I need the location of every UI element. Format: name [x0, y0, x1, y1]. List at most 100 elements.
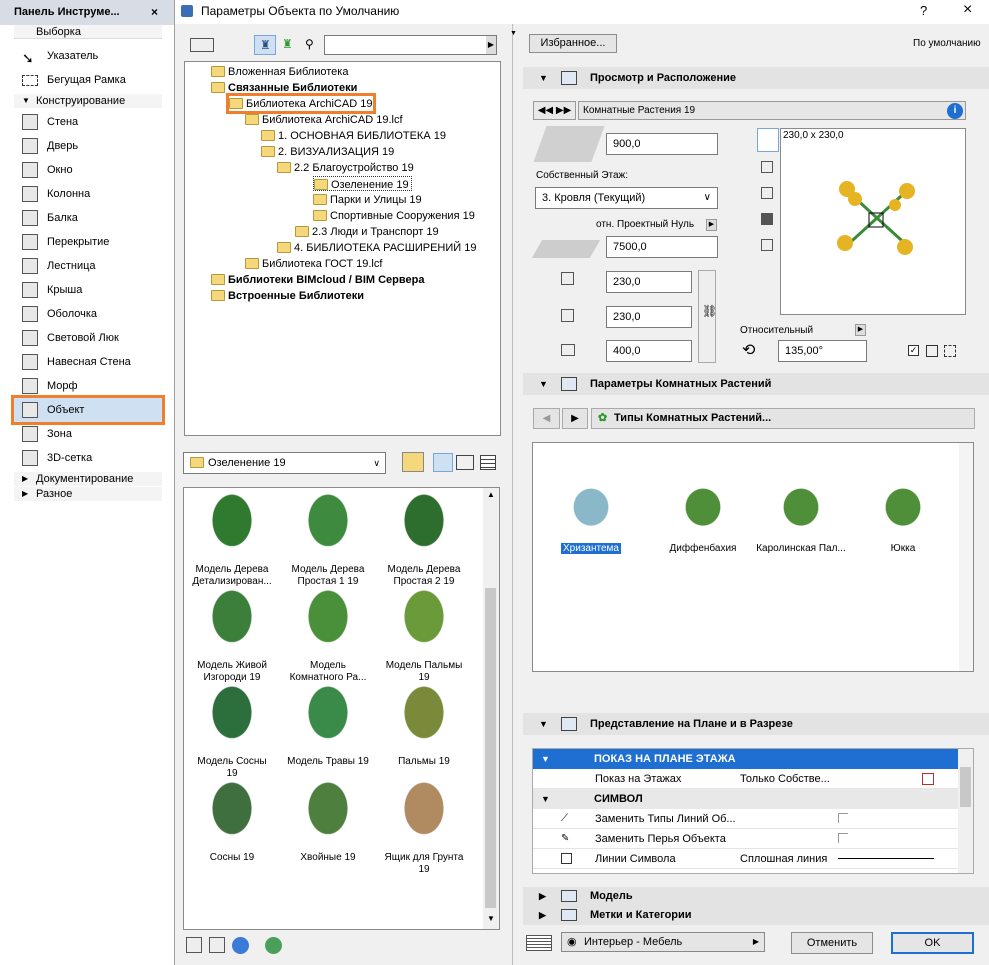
section-documentation[interactable]: ▶ Документирование: [14, 472, 162, 486]
section-construct[interactable]: ▼ Конструирование: [14, 94, 162, 108]
width-field[interactable]: 230,0: [606, 271, 692, 293]
large-icons-view-button[interactable]: [433, 453, 453, 472]
object-thumbnail[interactable]: Модель Живой Изгороди 19: [184, 590, 280, 684]
tool-item[interactable]: Перекрытие: [14, 230, 162, 254]
object-thumbnail[interactable]: Пальмы 19: [376, 686, 472, 768]
object-thumbnail[interactable]: Модель Комнатного Ра...: [280, 590, 376, 684]
search-icon[interactable]: ⚲: [305, 37, 314, 51]
plant-type-item[interactable]: Диффенбахия: [653, 481, 753, 555]
anchor-icon[interactable]: [944, 345, 956, 357]
tool-item[interactable]: Морф: [14, 374, 162, 398]
tree-node[interactable]: 4. БИБЛИОТЕКА РАСШИРЕНИЙ 19: [277, 240, 476, 255]
section-model[interactable]: ▶ Модель: [523, 887, 989, 906]
height2-field[interactable]: 400,0: [606, 340, 692, 362]
section-preview-position[interactable]: ▼ Просмотр и Расположение: [523, 67, 989, 89]
tool-item[interactable]: Объект: [11, 395, 165, 425]
object-thumbnail[interactable]: Ящик для Грунта 19: [376, 782, 472, 876]
row-show-on-stories[interactable]: Показ на Этажах Только Собстве...: [533, 769, 958, 789]
view-plan-button[interactable]: [757, 128, 779, 152]
row-override-linetypes[interactable]: ⟋ Заменить Типы Линий Об...: [533, 809, 958, 829]
tree-node[interactable]: 2.2 Благоустройство 19: [277, 160, 414, 175]
close-button[interactable]: ×: [963, 1, 972, 19]
object-thumbnail[interactable]: Сосны 19: [184, 782, 280, 864]
view-menu-icon[interactable]: [190, 38, 214, 52]
cancel-button[interactable]: Отменить: [791, 932, 873, 954]
search-arrow-icon[interactable]: ▶: [486, 36, 496, 54]
scroll-up-icon[interactable]: ▲: [487, 490, 495, 499]
favorites-button[interactable]: Избранное...: [529, 34, 617, 53]
folder-select[interactable]: Озеленение 19 ∨: [183, 452, 386, 474]
tool-item[interactable]: Балка: [14, 206, 162, 230]
tool-item[interactable]: Крыша: [14, 278, 162, 302]
checkbox[interactable]: [838, 833, 848, 843]
globe-icon[interactable]: [232, 937, 249, 954]
elevation-field[interactable]: 7500,0: [606, 236, 718, 258]
tree-node[interactable]: 2.3 Люди и Транспорт 19: [295, 224, 439, 239]
height-field[interactable]: 900,0: [606, 133, 718, 155]
scroll-thumb[interactable]: [960, 767, 971, 807]
tool-item[interactable]: Дверь: [14, 134, 162, 158]
object-thumbnail[interactable]: Модель Дерева Детализирован...: [184, 494, 280, 588]
zero-menu-icon[interactable]: ▶: [706, 219, 717, 231]
view-3d-icon[interactable]: [761, 187, 773, 199]
relative-menu-icon[interactable]: ▶: [855, 324, 866, 336]
angle-field[interactable]: 135,00°: [778, 340, 867, 362]
tool-marquee[interactable]: Бегущая Рамка: [14, 68, 162, 92]
mirror-icon[interactable]: [926, 345, 938, 357]
tree-node[interactable]: Библиотека ГОСТ 19.lcf: [245, 256, 382, 271]
list-view-icon[interactable]: [480, 455, 496, 470]
tool-item[interactable]: Навесная Стена: [14, 350, 162, 374]
close-icon[interactable]: ×: [151, 5, 158, 19]
section-misc[interactable]: ▶ Разное: [14, 487, 162, 501]
object-thumbnail[interactable]: Модель Травы 19: [280, 686, 376, 768]
web-object-icon[interactable]: [265, 937, 282, 954]
row-symbol-lines[interactable]: Линии Символа Сплошная линия: [533, 849, 958, 869]
section-plant-params[interactable]: ▼ Параметры Комнатных Растений: [523, 373, 989, 395]
checkbox[interactable]: [838, 813, 848, 823]
tree-node[interactable]: 2. ВИЗУАЛИЗАЦИЯ 19: [261, 144, 394, 159]
green-object-icon[interactable]: ♜: [282, 37, 293, 51]
plant-type-item[interactable]: Юкка: [853, 481, 953, 555]
group-plan-display[interactable]: ▼ ПОКАЗ НА ПЛАНЕ ЭТАЖА: [533, 749, 958, 769]
tool-item[interactable]: Стена: [14, 110, 162, 134]
ok-button[interactable]: OK: [891, 932, 974, 954]
plant-type-item[interactable]: Каролинская Пал...: [751, 481, 851, 555]
gallery-scrollbar[interactable]: [959, 443, 973, 671]
search-input[interactable]: [324, 35, 497, 55]
mirror-checkbox[interactable]: ✓: [908, 345, 919, 356]
view-shaded-icon[interactable]: [761, 213, 773, 225]
table-scrollbar[interactable]: [958, 749, 973, 873]
nav-prev-next[interactable]: ◀◀ ▶▶: [533, 101, 576, 120]
layer-select[interactable]: ◉ Интерьер - Мебель ▶: [561, 932, 765, 952]
tree-node[interactable]: Спортивные Сооружения 19: [313, 208, 475, 223]
tool-item[interactable]: 3D-сетка: [14, 446, 162, 470]
section-plan-section[interactable]: ▼ Представление на Плане и в Разрезе: [523, 713, 989, 735]
depth-field[interactable]: 230,0: [606, 306, 692, 328]
help-button[interactable]: ?: [920, 3, 927, 18]
add-object-icon[interactable]: [209, 937, 225, 953]
tool-item[interactable]: Оболочка: [14, 302, 162, 326]
view-side-icon[interactable]: [761, 161, 773, 173]
library-tree[interactable]: Вложенная Библиотека Связанные Библиотеки…: [184, 61, 501, 436]
prev-page-button[interactable]: ◀: [533, 408, 560, 429]
tool-item[interactable]: Зона: [14, 422, 162, 446]
folder-up-button[interactable]: [402, 452, 424, 472]
row-override-pens[interactable]: ✎ Заменить Перья Объекта: [533, 829, 958, 849]
story-select[interactable]: 3. Кровля (Текущий) ∨: [535, 187, 718, 209]
section-tags-categories[interactable]: ▶ Метки и Категории: [523, 906, 989, 925]
tool-pointer[interactable]: ➘ Указатель: [14, 44, 162, 68]
plant-types-button[interactable]: ✿ Типы Комнатных Растений...: [591, 408, 975, 429]
tree-node[interactable]: Библиотека ArchiCAD 19.lcf: [245, 112, 403, 127]
plant-type-item[interactable]: Хризантема: [541, 481, 641, 555]
tree-node[interactable]: Озеленение 19: [313, 176, 412, 191]
object-thumbnail[interactable]: Хвойные 19: [280, 782, 376, 864]
scroll-thumb[interactable]: [485, 588, 496, 908]
tree-node[interactable]: Парки и Улицы 19: [313, 192, 422, 207]
grid-scrollbar[interactable]: ▲ ▼: [483, 488, 499, 929]
object-filter-button[interactable]: ♜: [254, 35, 276, 55]
object-thumbnail[interactable]: Модель Дерева Простая 2 19: [376, 494, 472, 588]
small-icons-view-icon[interactable]: [456, 455, 474, 470]
tree-node[interactable]: Библиотеки BIMcloud / BIM Сервера: [211, 272, 424, 287]
scroll-down-icon[interactable]: ▼: [487, 914, 495, 923]
tool-item[interactable]: Лестница: [14, 254, 162, 278]
